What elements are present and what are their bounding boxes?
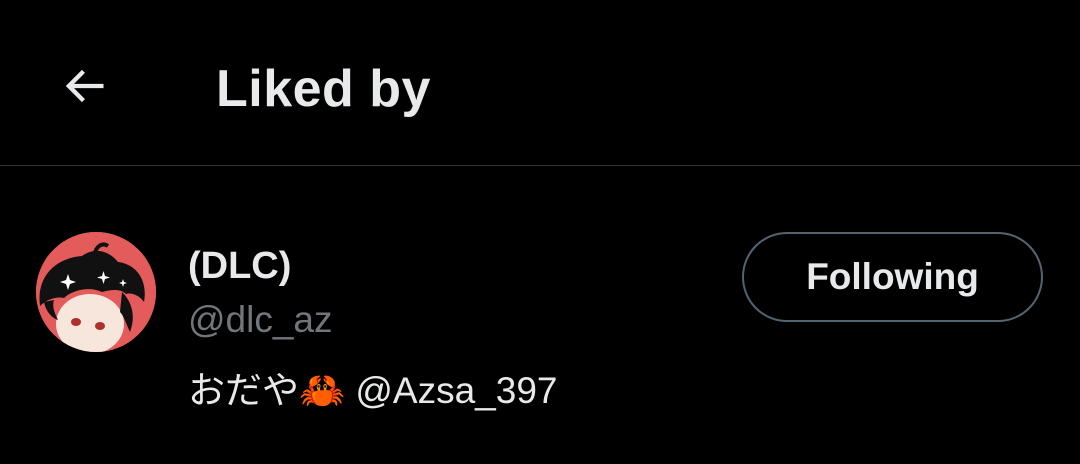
user-cell[interactable]: (DLC) @dlc_az Following おだや🦀 @Azsa_397 [0, 166, 1080, 464]
page-header: Liked by [0, 0, 1080, 166]
avatar[interactable] [36, 232, 156, 352]
user-handle: @dlc_az [188, 299, 333, 340]
page-title: Liked by [216, 60, 431, 118]
arrow-left-icon [65, 69, 104, 103]
user-display-name[interactable]: (DLC) [188, 242, 291, 290]
back-button[interactable] [48, 50, 120, 122]
avatar-image [36, 232, 156, 352]
user-bio: おだや🦀 @Azsa_397 [188, 370, 558, 411]
following-button[interactable]: Following [742, 232, 1043, 322]
